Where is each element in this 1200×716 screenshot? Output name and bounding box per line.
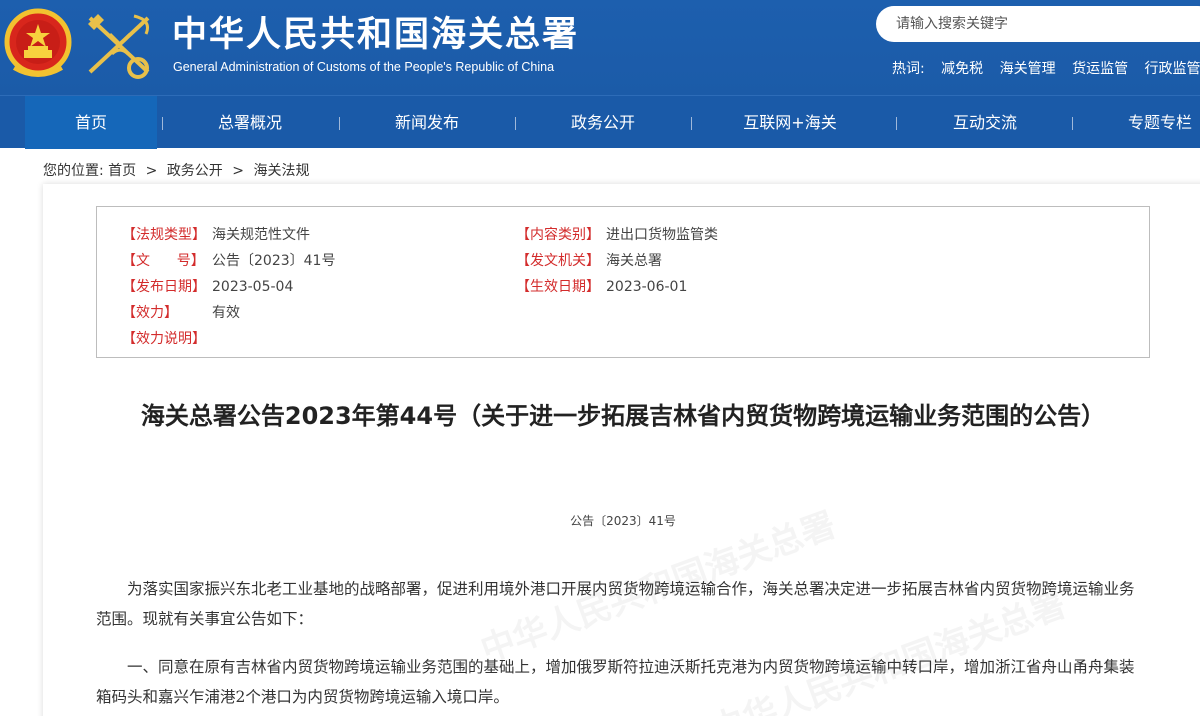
meta-content-type: 【内容类别】 进出口货物监管类 <box>516 224 718 244</box>
meta-issuer: 【发文机关】 海关总署 <box>516 250 662 270</box>
meta-label: 【文 号】 <box>122 253 205 269</box>
document-paragraph: 为落实国家振兴东北老工业基地的战略部署，促进利用境外港口开展内贸货物跨境运输合作… <box>96 580 1135 628</box>
nav-separator <box>162 117 163 130</box>
search-input[interactable] <box>896 14 1186 34</box>
nav-item-special-topics[interactable]: 专题专栏 <box>1100 96 1200 149</box>
meta-effective-date: 【生效日期】 2023-06-01 <box>516 276 687 296</box>
meta-label: 【生效日期】 <box>516 279 600 295</box>
meta-value: 进出口货物监管类 <box>606 227 718 243</box>
hot-word-link[interactable]: 行政监管 <box>1145 61 1200 77</box>
national-emblem-icon[interactable] <box>4 6 72 80</box>
meta-label: 【发布日期】 <box>122 279 206 295</box>
nav-separator <box>339 117 340 130</box>
meta-value: 2023-06-01 <box>606 279 688 295</box>
hot-word-link[interactable]: 货运监管 <box>1072 61 1128 77</box>
breadcrumb-separator: > <box>145 163 158 179</box>
meta-publish-date: 【发布日期】 2023-05-04 <box>122 276 293 296</box>
nav-item-internet-customs[interactable]: 互联网+海关 <box>720 96 860 149</box>
hot-word-link[interactable]: 海关管理 <box>1000 61 1056 77</box>
site-title: 中华人民共和国海关总署 <box>172 14 580 55</box>
document-paragraph: 一、同意在原有吉林省内贸货物跨境运输业务范围的基础上，增加俄罗斯符拉迪沃斯托克港… <box>96 658 1135 706</box>
site-subtitle: General Administration of Customs of the… <box>173 60 555 74</box>
document-number: 公告〔2023〕41号 <box>570 514 676 528</box>
breadcrumb-prefix: 您的位置: <box>43 163 104 179</box>
meta-value: 2023-05-04 <box>212 279 294 295</box>
meta-label: 【内容类别】 <box>516 227 600 243</box>
meta-label: 【效力】 <box>122 305 178 321</box>
nav-separator <box>515 117 516 130</box>
customs-logo-icon[interactable] <box>82 10 158 80</box>
meta-law-type: 【法规类型】 海关规范性文件 <box>122 224 310 244</box>
meta-value: 公告〔2023〕41号 <box>212 253 336 269</box>
meta-value: 海关规范性文件 <box>212 227 310 243</box>
breadcrumb-home[interactable]: 首页 <box>108 163 136 179</box>
meta-label: 【效力说明】 <box>122 331 206 347</box>
nav-separator <box>1072 117 1073 130</box>
breadcrumb-customs-regulations[interactable]: 海关法规 <box>253 163 309 179</box>
meta-value: 海关总署 <box>606 253 662 269</box>
meta-validity: 【效力】 有效 <box>122 302 240 322</box>
breadcrumb: 您的位置: 首页 > 政务公开 > 海关法规 <box>43 160 309 180</box>
nav-item-home[interactable]: 首页 <box>25 96 157 149</box>
hot-word-link[interactable]: 减免税 <box>941 61 983 77</box>
meta-value: 有效 <box>212 305 240 321</box>
breadcrumb-gov-affairs[interactable]: 政务公开 <box>167 163 223 179</box>
breadcrumb-separator: > <box>232 163 244 179</box>
nav-separator <box>691 117 692 130</box>
meta-validity-note: 【效力说明】 <box>122 328 212 348</box>
meta-label: 【发文机关】 <box>516 253 600 269</box>
document-title: 海关总署公告2023年第44号（关于进一步拓展吉林省内贸货物跨境运输业务范围的公… <box>140 402 1106 430</box>
nav-separator <box>896 117 897 130</box>
nav-item-interaction[interactable]: 互动交流 <box>925 96 1045 149</box>
meta-label: 【法规类型】 <box>122 227 206 243</box>
hot-words-row: 热词: 减免税 海关管理 货运监管 行政监管 <box>892 58 1200 78</box>
nav-item-overview[interactable]: 总署概况 <box>190 96 310 149</box>
search-box <box>876 6 1200 42</box>
hot-words-label: 热词: <box>892 61 925 77</box>
main-nav: 首页 总署概况 新闻发布 政务公开 互联网+海关 互动交流 专题专栏 <box>0 95 1200 149</box>
nav-item-gov-affairs[interactable]: 政务公开 <box>543 96 663 149</box>
site-header: 中华人民共和国海关总署 General Administration of Cu… <box>0 0 1200 95</box>
nav-item-news[interactable]: 新闻发布 <box>367 96 487 149</box>
meta-doc-number: 【文 号】 公告〔2023〕41号 <box>122 250 335 270</box>
